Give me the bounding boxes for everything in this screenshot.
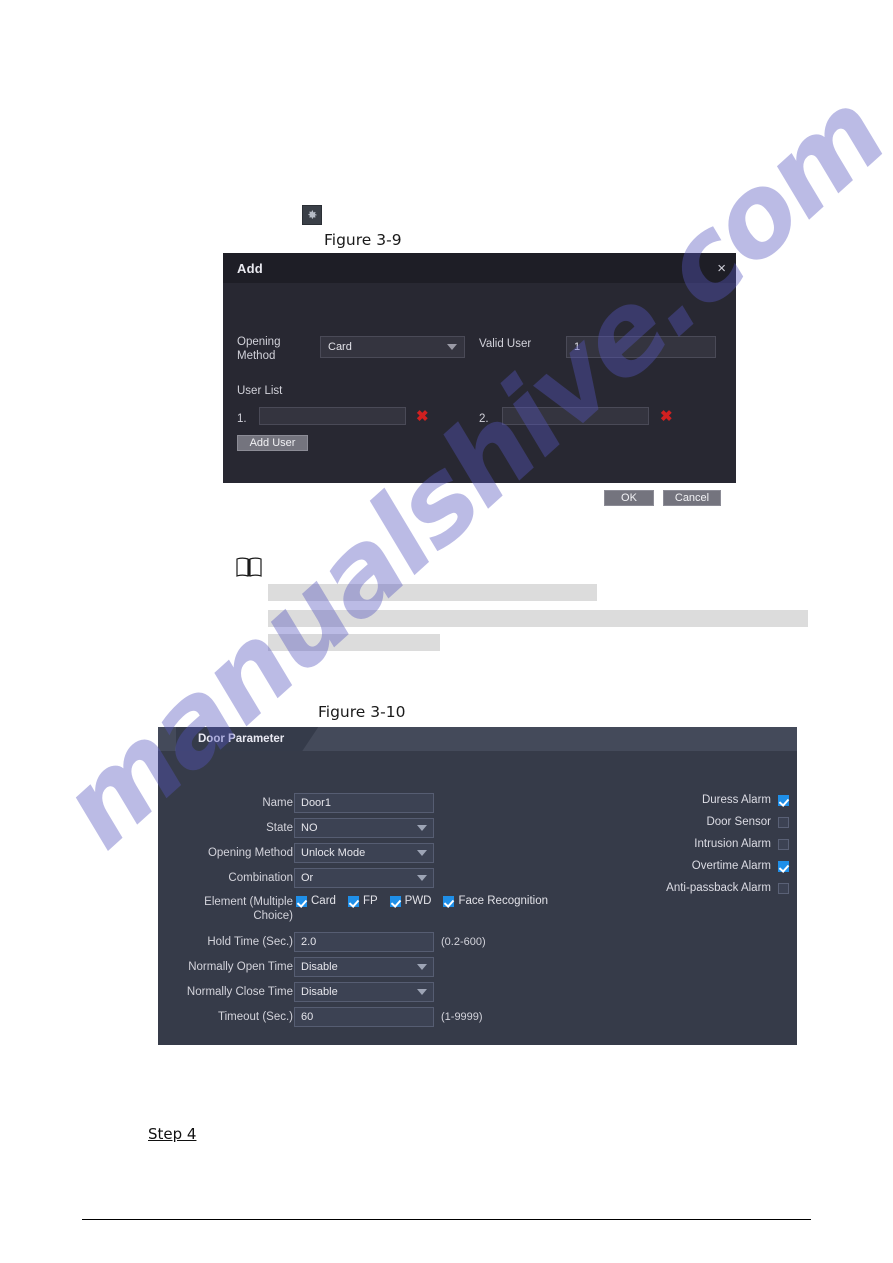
add-user-button[interactable]: Add User [237,435,308,451]
alarm-row-anti-passback-alarm: Anti-passback Alarm [666,882,789,894]
page-watermark: manualshive.com [0,0,893,1263]
valid-user-label: Valid User [479,338,532,350]
element-label-pwd: PWD [404,895,432,907]
figure-caption-3-10: Figure 3-10 [318,703,406,721]
alarm-label-door-sensor: Door Sensor [706,816,771,828]
alarm-label-overtime-alarm: Overtime Alarm [691,860,771,872]
door-parameter-panel: Name Door1 State NO Opening Method Unloc… [158,751,797,1045]
alarm-row-duress-alarm: Duress Alarm [702,794,789,806]
door-parameter-tabstrip: Door Parameter [158,727,797,751]
element-label: Element (Multiple Choice) [173,895,293,923]
element-checkbox-face-recognition[interactable] [443,895,455,907]
state-select[interactable]: NO [294,818,434,838]
chevron-down-icon [417,875,427,881]
timeout-input[interactable]: 60 [294,1007,434,1027]
valid-user-input[interactable]: 1 [566,336,716,358]
ok-button[interactable]: OK [604,490,654,506]
user-row-input-1[interactable] [259,407,406,425]
state-value: NO [301,822,318,834]
normally-open-time-label: Normally Open Time [188,961,293,973]
name-input[interactable]: Door1 [294,793,434,813]
delete-user-icon-2[interactable]: ✖ [660,409,673,424]
valid-user-value: 1 [574,341,581,353]
chevron-down-icon [417,825,427,831]
hold-time-value: 2.0 [301,936,317,948]
hold-time-hint: (0.2-600) [441,936,486,948]
step-label: Step 4 [148,1125,197,1143]
add-dialog-body: Opening Method Card Valid User 1 User Li… [223,283,736,506]
hold-time-input[interactable]: 2.0 [294,932,434,952]
redacted-text-line-2 [268,610,808,627]
add-dialog-title: Add [237,260,263,276]
combination-select[interactable]: Or [294,868,434,888]
gear-icon[interactable] [302,205,322,225]
element-label-face-recognition: Face Recognition [458,895,548,907]
close-icon[interactable]: × [717,261,726,276]
name-value: Door1 [301,797,331,809]
state-label: State [266,822,293,834]
combination-label: Combination [228,872,293,884]
chevron-down-icon [417,989,427,995]
user-row-index-1: 1. [237,413,247,425]
door-parameter-dialog: Door Parameter Name Door1 State NO Openi… [158,727,797,1045]
opening-method-select[interactable]: Card [320,336,465,358]
opening-method-label: Opening Method [237,335,280,363]
normally-close-time-select[interactable]: Disable [294,982,434,1002]
note-book-icon [236,557,262,577]
user-row-index-2: 2. [479,413,489,425]
name-label: Name [262,797,293,809]
delete-user-icon-1[interactable]: ✖ [416,409,429,424]
alarm-label-anti-passback-alarm: Anti-passback Alarm [666,882,771,894]
opening-method-value: Card [328,341,352,353]
element-checkbox-fp[interactable] [347,895,359,907]
alarm-checkbox-door-sensor[interactable] [778,816,789,828]
figure-caption-3-9: Figure 3-9 [324,231,402,249]
alarm-row-overtime-alarm: Overtime Alarm [692,860,789,872]
alarm-row-intrusion-alarm: Intrusion Alarm [694,838,789,850]
chevron-down-icon [447,344,457,350]
alarm-label-duress-alarm: Duress Alarm [701,794,771,806]
footer-divider [82,1219,811,1220]
alarm-checkbox-duress-alarm[interactable] [778,794,789,806]
tab-door-parameter[interactable]: Door Parameter [176,727,318,751]
alarm-checkbox-anti-passback-alarm[interactable] [778,882,789,894]
alarm-checkbox-overtime-alarm[interactable] [778,860,789,872]
normally-close-time-value: Disable [301,986,338,998]
cancel-button[interactable]: Cancel [663,490,721,506]
combination-value: Or [301,872,314,884]
timeout-value: 60 [301,1011,314,1023]
alarm-checkbox-intrusion-alarm[interactable] [778,838,789,850]
gear-icon-glyph [308,210,317,219]
alarm-label-intrusion-alarm: Intrusion Alarm [694,838,771,850]
opening-method-label: Opening Method [207,847,293,859]
normally-open-time-value: Disable [301,961,338,973]
chevron-down-icon [417,850,427,856]
element-label-line1: Element (Multiple [204,896,293,908]
add-dialog: Add × Opening Method Card Valid User 1 U… [223,253,736,506]
element-checkbox-card[interactable] [296,895,307,907]
opening-method-value: Unlock Mode [301,847,366,859]
user-list-label: User List [237,385,283,397]
opening-method-label-line2: Method [237,350,276,362]
element-checkbox-pwd[interactable] [389,895,401,907]
timeout-label: Timeout (Sec.) [218,1011,293,1023]
redacted-text-line-3 [268,634,440,651]
alarm-row-door-sensor: Door Sensor [706,816,789,828]
redacted-text-line-1 [268,584,597,601]
opening-method-label-line1: Opening [237,336,281,348]
user-row-input-2[interactable] [502,407,649,425]
element-label-card: Card [311,895,336,907]
timeout-hint: (1-9999) [441,1011,483,1023]
opening-method-select[interactable]: Unlock Mode [294,843,434,863]
hold-time-label: Hold Time (Sec.) [207,936,293,948]
element-label-line2: Choice) [253,910,293,922]
normally-open-time-select[interactable]: Disable [294,957,434,977]
chevron-down-icon [417,964,427,970]
element-label-fp: FP [362,895,378,907]
add-dialog-titlebar: Add × [223,253,736,283]
normally-close-time-label: Normally Close Time [186,986,293,998]
element-checkbox-row: Card FP PWD Face Recognition [296,895,548,907]
